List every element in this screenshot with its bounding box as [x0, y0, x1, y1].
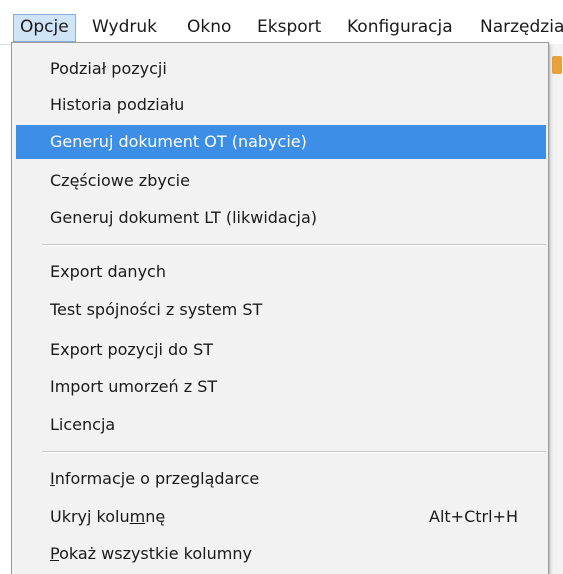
menu-item-export-danych[interactable]: Export danych: [16, 255, 546, 289]
opcje-dropdown-menu: Podział pozycji Historia podziału Generu…: [11, 42, 549, 574]
menu-item-historia-podzialu[interactable]: Historia podziału: [16, 88, 546, 122]
menu-separator: [42, 451, 546, 453]
menu-item-generuj-ot[interactable]: Generuj dokument OT (nabycie): [16, 125, 546, 159]
menu-item-ukryj-kolumne[interactable]: Ukryj kolumnę Alt+Ctrl+H: [16, 500, 546, 534]
menu-separator: [42, 244, 546, 246]
menu-item-podzial-pozycji[interactable]: Podział pozycji: [16, 52, 546, 86]
menu-item-export-pozycji[interactable]: Export pozycji do ST: [16, 333, 546, 367]
menu-item-label: Generuj dokument OT (nabycie): [50, 132, 307, 151]
menu-item-label: Historia podziału: [50, 95, 185, 114]
menu-item-generuj-lt[interactable]: Generuj dokument LT (likwidacja): [16, 201, 546, 235]
menu-eksport[interactable]: Eksport: [251, 14, 327, 42]
shortcut-label: Alt+Ctrl+H: [429, 507, 518, 526]
mnemonic-letter: P: [50, 544, 60, 563]
toolbar-icon: [552, 56, 562, 74]
menu-item-label: Licencja: [50, 415, 116, 434]
menu-item-label: okaż wszystkie kolumny: [59, 544, 252, 563]
menu-item-label: Export danych: [50, 262, 166, 281]
menu-item-pokaz-wszystkie-kolumny[interactable]: Pokaż wszystkie kolumny: [16, 537, 546, 571]
toolbar-background: [549, 44, 563, 574]
menu-item-informacje-o-przegladarce[interactable]: Informacje o przeglądarce: [16, 462, 546, 496]
menu-bar: Opcje Wydruk Okno Eksport Konfiguracja N…: [0, 0, 563, 45]
mnemonic-letter: m: [129, 507, 146, 526]
menu-item-label: nę: [145, 507, 166, 526]
menu-item-label: nformacje o przeglądarce: [54, 469, 260, 488]
menu-item-import-umorzen[interactable]: Import umorzeń z ST: [16, 370, 546, 404]
menu-opcje[interactable]: Opcje: [13, 14, 76, 42]
menu-item-label: Import umorzeń z ST: [50, 377, 218, 396]
menu-item-test-spojnosci[interactable]: Test spójności z system ST: [16, 293, 546, 327]
menu-wydruk[interactable]: Wydruk: [86, 14, 163, 42]
menu-narzedzia[interactable]: Narzędzia: [474, 14, 563, 42]
menu-item-label: Ukryj kolu: [50, 507, 130, 526]
menu-item-label: Export pozycji do ST: [50, 340, 214, 359]
menu-item-label: Częściowe zbycie: [50, 171, 190, 190]
menu-item-licencja[interactable]: Licencja: [16, 408, 546, 442]
menu-item-label: Test spójności z system ST: [50, 300, 263, 319]
menu-konfiguracja[interactable]: Konfiguracja: [341, 14, 459, 42]
menu-item-label: Podział pozycji: [50, 59, 167, 78]
menu-item-czesciowe-zbycie[interactable]: Częściowe zbycie: [16, 164, 546, 198]
menu-item-label: Generuj dokument LT (likwidacja): [50, 208, 318, 227]
menu-okno[interactable]: Okno: [181, 14, 237, 42]
